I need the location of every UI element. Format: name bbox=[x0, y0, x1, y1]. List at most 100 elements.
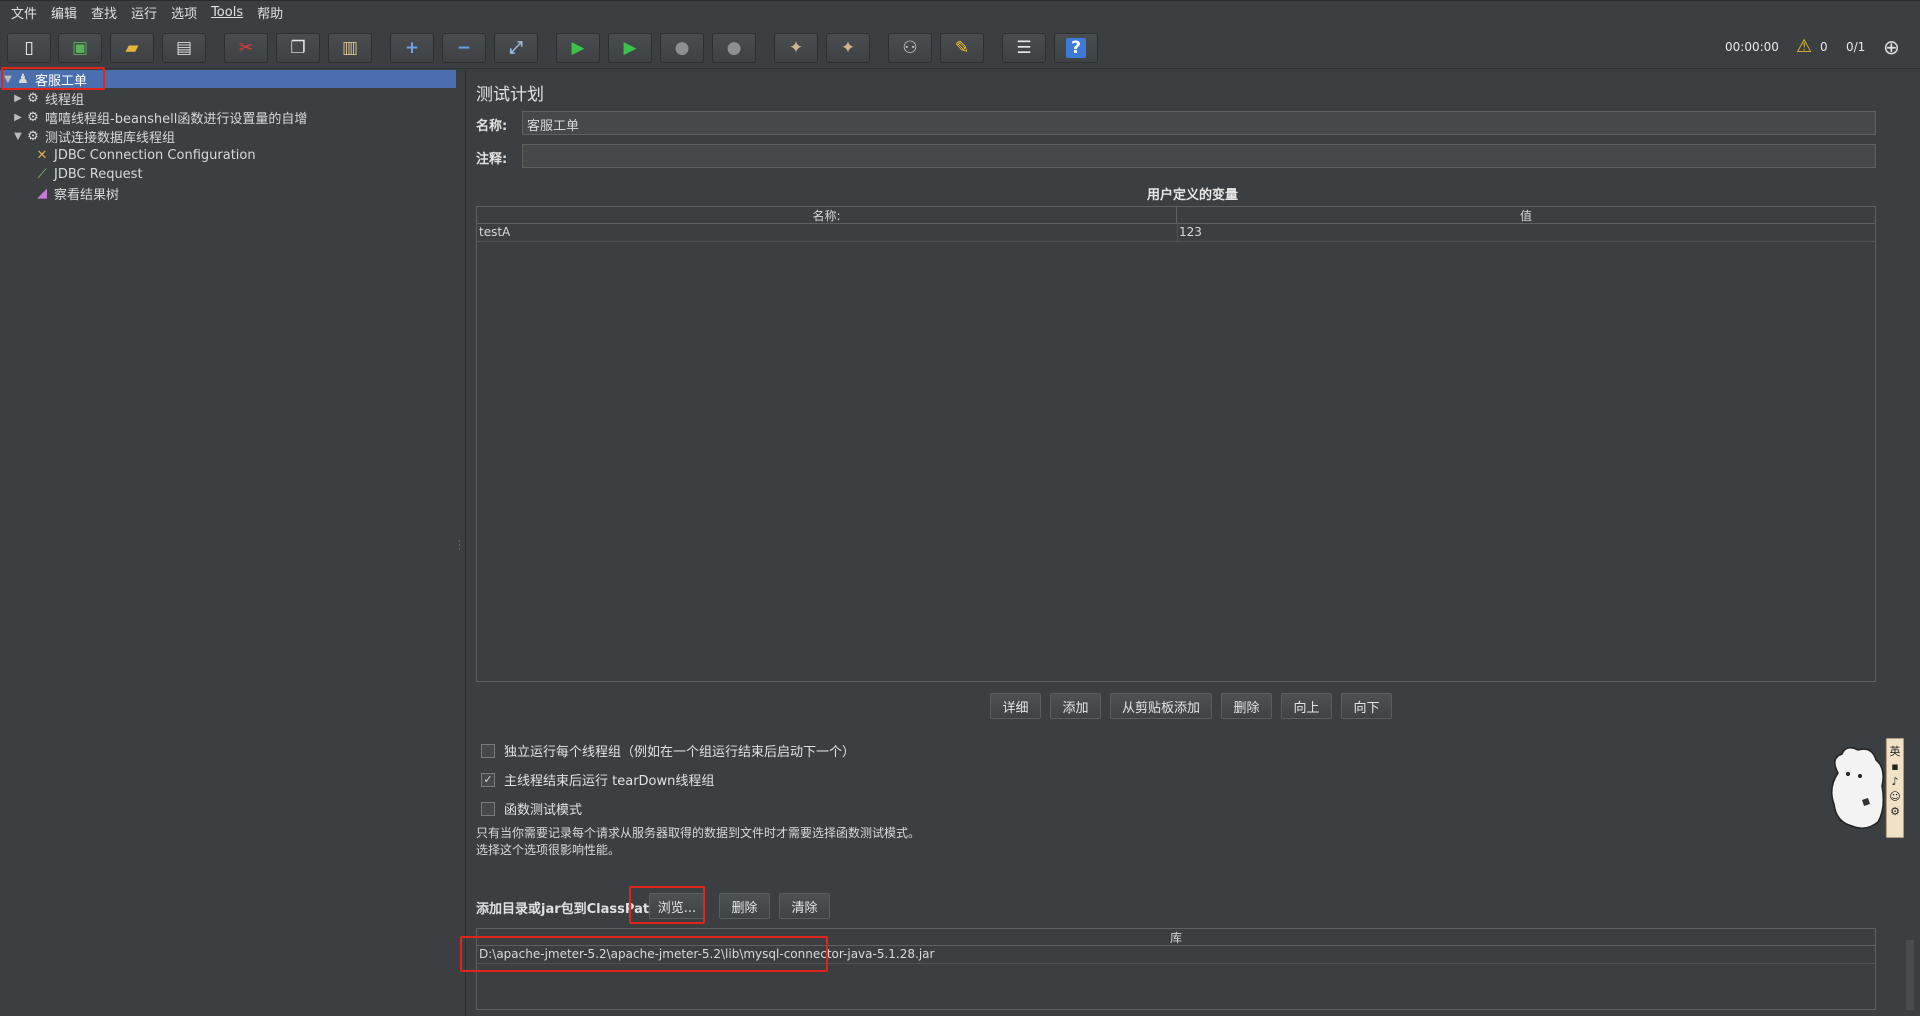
checkbox-box-checked[interactable]: ✓ bbox=[481, 772, 495, 787]
tree-item-label: JDBC Connection Configuration bbox=[54, 147, 256, 163]
start-icon: ▶ bbox=[571, 38, 585, 58]
open-button[interactable]: ▰ bbox=[110, 33, 154, 63]
checkbox-box[interactable] bbox=[481, 801, 495, 816]
menu-tools[interactable]: Tools bbox=[204, 5, 250, 20]
binoculars-icon: ⚇ bbox=[902, 38, 918, 58]
save-button[interactable]: ▤ bbox=[162, 33, 206, 63]
cut-button[interactable]: ✂ bbox=[224, 33, 268, 63]
stop-icon: ● bbox=[674, 38, 690, 58]
tree-item-thread-group-beanshell[interactable]: ▶ ⚙ 嘻嘻线程组-beanshell函数进行设置量的自增 bbox=[12, 108, 308, 127]
move-up-button[interactable]: 向上 bbox=[1281, 693, 1332, 719]
toolbar: ▯ ▣ ▰ ▤ ✂ ❐ ▥ + − ⤢ ▶ ▶ ● ● ✦ ✦ ⚇ ✎ ☰ ? … bbox=[0, 25, 1920, 69]
menu-file[interactable]: 文件 bbox=[4, 3, 44, 22]
delete-row-button[interactable]: 删除 bbox=[1221, 693, 1272, 719]
functional-mode-note: 只有当你需要记录每个请求从服务器取得的数据到文件时才需要选择函数测试模式。 选择… bbox=[476, 825, 920, 859]
tree-item-jdbc-request[interactable]: ⟋ JDBC Request bbox=[33, 165, 143, 183]
remote-status-icon[interactable]: ⊕ bbox=[1883, 35, 1900, 59]
warning-count: 0 bbox=[1820, 40, 1828, 54]
detail-button[interactable]: 详细 bbox=[990, 693, 1041, 719]
checkbox-label: 独立运行每个线程组（例如在一个组运行结束后启动下一个） bbox=[504, 745, 856, 760]
table-row[interactable]: testA 123 bbox=[477, 224, 1875, 242]
annotation-box bbox=[629, 886, 705, 924]
chart-icon: ◢ bbox=[37, 185, 47, 201]
panel-splitter[interactable]: · · · bbox=[456, 70, 466, 1016]
menu-help[interactable]: 帮助 bbox=[250, 3, 290, 22]
vertical-scrollbar[interactable] bbox=[1906, 940, 1914, 1010]
expand-arrow-icon[interactable]: ▶ bbox=[12, 93, 24, 104]
functional-mode-checkbox[interactable]: 函数测试模式 bbox=[481, 799, 582, 818]
move-down-button[interactable]: 向下 bbox=[1341, 693, 1392, 719]
user-vars-title: 用户定义的变量 bbox=[1147, 188, 1239, 203]
splitter-grip-icon: · · · bbox=[458, 537, 461, 555]
cell-var-name[interactable]: testA bbox=[479, 225, 510, 239]
name-field[interactable]: 客服工单 bbox=[522, 111, 1876, 135]
thread-count: 0/1 bbox=[1846, 40, 1866, 54]
clear-all-button[interactable]: ✦ bbox=[826, 33, 870, 63]
comment-label: 注释: bbox=[476, 152, 508, 167]
new-button[interactable]: ▯ bbox=[7, 33, 51, 63]
templates-icon: ▣ bbox=[71, 38, 89, 58]
checkbox-box[interactable] bbox=[481, 743, 495, 758]
elapsed-timer: 00:00:00 bbox=[1725, 40, 1779, 54]
broom-icon: ✎ bbox=[954, 38, 970, 58]
wrench-icon: ✕ bbox=[36, 147, 48, 163]
tree-item-label: 嘻嘻线程组-beanshell函数进行设置量的自增 bbox=[45, 111, 308, 127]
note-line: 只有当你需要记录每个请求从服务器取得的数据到文件时才需要选择函数测试模式。 bbox=[476, 826, 921, 840]
expand-arrow-icon[interactable]: ▶ bbox=[12, 112, 24, 123]
comment-field[interactable] bbox=[522, 144, 1876, 168]
column-divider bbox=[1177, 224, 1178, 241]
tree-item-label: JDBC Request bbox=[54, 166, 143, 182]
help-icon: ? bbox=[1066, 38, 1086, 58]
add-from-clipboard-button[interactable]: 从剪贴板添加 bbox=[1110, 693, 1212, 719]
start-no-pause-button[interactable]: ▶ bbox=[608, 33, 652, 63]
annotation-box bbox=[1, 67, 105, 90]
expand-button[interactable]: + bbox=[390, 33, 434, 63]
gear-icon: ⚙ bbox=[27, 90, 39, 106]
clear-icon: ✦ bbox=[788, 38, 804, 58]
tree-item-jdbc-config[interactable]: ✕ JDBC Connection Configuration bbox=[33, 146, 256, 164]
clear-classpath-button[interactable]: 清除 bbox=[779, 893, 830, 919]
menu-options[interactable]: 选项 bbox=[164, 3, 204, 22]
toggle-button[interactable]: ⤢ bbox=[494, 33, 538, 63]
column-header-value[interactable]: 值 bbox=[1177, 207, 1875, 224]
new-icon: ▯ bbox=[24, 38, 34, 58]
stop-button[interactable]: ● bbox=[660, 33, 704, 63]
checkbox-label: 函数测试模式 bbox=[504, 803, 583, 818]
checkbox-label: 主线程结束后运行 tearDown线程组 bbox=[504, 774, 715, 789]
help-button[interactable]: ? bbox=[1054, 33, 1098, 63]
collapse-arrow-icon[interactable]: ▼ bbox=[12, 131, 24, 142]
teardown-on-shutdown-checkbox[interactable]: ✓ 主线程结束后运行 tearDown线程组 bbox=[481, 770, 714, 789]
shutdown-button[interactable]: ● bbox=[712, 33, 756, 63]
collapse-icon: − bbox=[456, 38, 472, 58]
column-header-name[interactable]: 名称: bbox=[477, 207, 1177, 224]
cell-var-value[interactable]: 123 bbox=[1179, 225, 1202, 239]
menu-search[interactable]: 查找 bbox=[84, 3, 124, 22]
add-button[interactable]: 添加 bbox=[1050, 693, 1101, 719]
start-button[interactable]: ▶ bbox=[556, 33, 600, 63]
search-button[interactable]: ⚇ bbox=[888, 33, 932, 63]
collapse-button[interactable]: − bbox=[442, 33, 486, 63]
function-helper-button[interactable]: ☰ bbox=[1002, 33, 1046, 63]
tree-item-label: 测试连接数据库线程组 bbox=[45, 130, 176, 146]
start-no-pause-icon: ▶ bbox=[623, 38, 637, 58]
tree-item-thread-group-db[interactable]: ▼ ⚙ 测试连接数据库线程组 bbox=[12, 127, 176, 146]
function-helper-icon: ☰ bbox=[1016, 38, 1032, 58]
note-line: 选择这个选项很影响性能。 bbox=[476, 843, 621, 857]
test-plan-panel: 测试计划 名称: 客服工单 注释: 用户定义的变量 名称: 值 testA 12… bbox=[460, 70, 1920, 1016]
menu-run[interactable]: 运行 bbox=[124, 3, 164, 22]
toggle-icon: ⤢ bbox=[509, 38, 523, 58]
serialize-threadgroups-checkbox[interactable]: 独立运行每个线程组（例如在一个组运行结束后启动下一个） bbox=[481, 741, 855, 760]
delete-classpath-button[interactable]: 删除 bbox=[719, 893, 770, 919]
gear-icon: ⚙ bbox=[27, 109, 39, 125]
tree-item-thread-group[interactable]: ▶ ⚙ 线程组 bbox=[12, 89, 84, 108]
user-vars-table: 名称: 值 testA 123 bbox=[476, 206, 1876, 682]
paste-button[interactable]: ▥ bbox=[328, 33, 372, 63]
menu-edit[interactable]: 编辑 bbox=[44, 3, 84, 22]
copy-button[interactable]: ❐ bbox=[276, 33, 320, 63]
reset-search-button[interactable]: ✎ bbox=[940, 33, 984, 63]
shutdown-icon: ● bbox=[726, 38, 742, 58]
clear-all-icon: ✦ bbox=[840, 38, 856, 58]
tree-item-results-tree[interactable]: ◢ 察看结果树 bbox=[33, 184, 119, 203]
clear-button[interactable]: ✦ bbox=[774, 33, 818, 63]
templates-button[interactable]: ▣ bbox=[58, 33, 102, 63]
